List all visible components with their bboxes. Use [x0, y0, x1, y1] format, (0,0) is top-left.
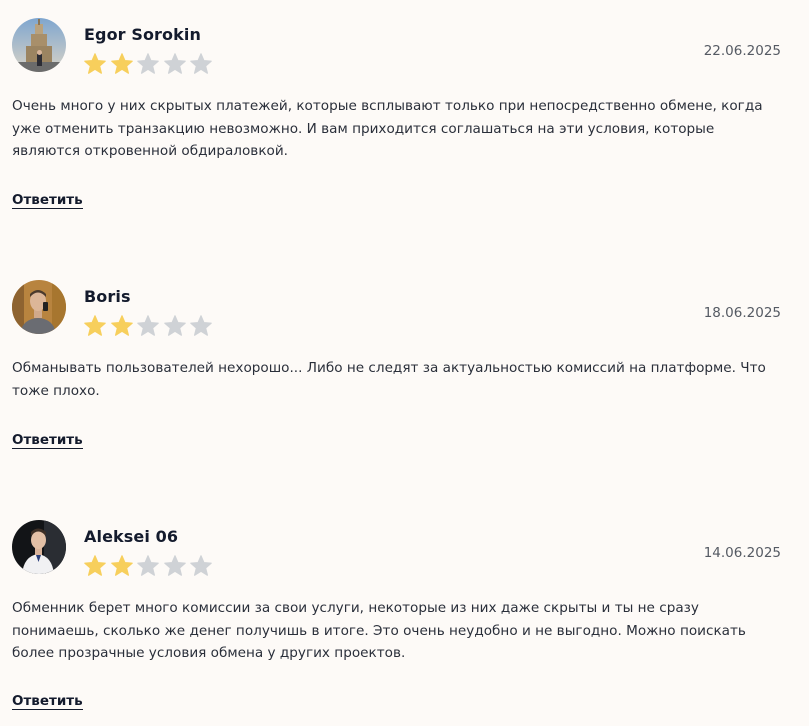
- author-name: Boris: [84, 287, 131, 306]
- review-text: Обменник берет много комиссии за свои ус…: [12, 600, 746, 661]
- review-text: Обманывать пользователей нехорошо... Либ…: [12, 360, 766, 399]
- star-empty-icon: [136, 52, 160, 76]
- star-empty-icon: [189, 314, 213, 338]
- star-empty-icon: [189, 52, 213, 76]
- star-empty-icon: [136, 314, 160, 338]
- rating-stars: [83, 314, 216, 338]
- rating-stars: [83, 52, 216, 76]
- star-empty-icon: [163, 314, 187, 338]
- star-filled-icon: [110, 52, 134, 76]
- review-date: 14.06.2025: [703, 545, 781, 561]
- star-empty-icon: [163, 52, 187, 76]
- reply-link[interactable]: Ответить: [12, 193, 83, 209]
- star-filled-icon: [83, 554, 107, 578]
- review-date: 18.06.2025: [703, 305, 781, 321]
- star-empty-icon: [136, 554, 160, 578]
- avatar[interactable]: [12, 18, 66, 72]
- star-filled-icon: [110, 554, 134, 578]
- author-name: Egor Sorokin: [84, 25, 201, 44]
- avatar[interactable]: [12, 280, 66, 334]
- author-name: Aleksei 06: [84, 527, 179, 546]
- review-date: 22.06.2025: [703, 43, 781, 59]
- user-photo-man-icon: [12, 280, 66, 334]
- star-filled-icon: [83, 314, 107, 338]
- star-empty-icon: [163, 554, 187, 578]
- avatar[interactable]: [12, 520, 66, 574]
- star-filled-icon: [83, 52, 107, 76]
- review-text: Очень много у них скрытых платежей, кото…: [12, 98, 763, 159]
- star-filled-icon: [110, 314, 134, 338]
- user-photo-tower-icon: [12, 18, 66, 72]
- star-empty-icon: [189, 554, 213, 578]
- reply-link[interactable]: Ответить: [12, 433, 83, 449]
- user-photo-man-dark-icon: [12, 520, 66, 574]
- rating-stars: [83, 554, 216, 578]
- reply-link[interactable]: Ответить: [12, 694, 83, 710]
